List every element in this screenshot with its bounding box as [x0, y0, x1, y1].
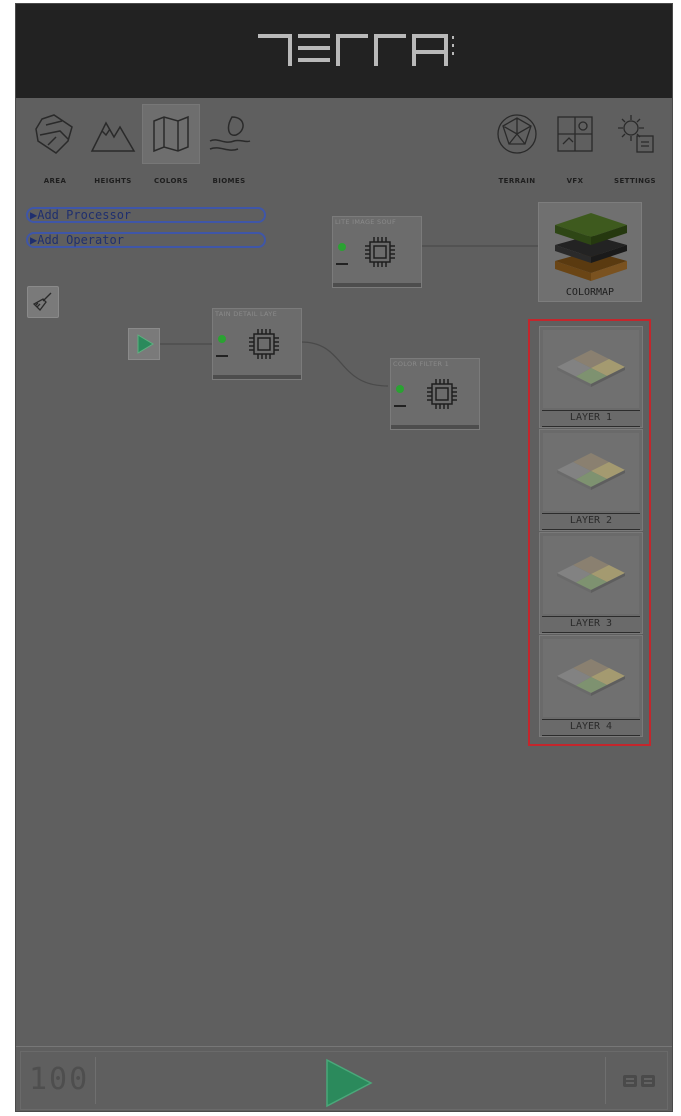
colormap-label: COLORMAP [565, 287, 615, 298]
node-terrain-detail[interactable]: TAIN DETAIL LAYE [212, 308, 302, 380]
colormap-output[interactable]: COLORMAP [538, 202, 642, 302]
run-button[interactable] [321, 1056, 377, 1110]
terrain-tile-icon [557, 556, 625, 593]
divider [542, 513, 640, 514]
terrain-tile-icon [557, 453, 625, 490]
gear-icon [618, 115, 654, 153]
add-processor-button[interactable]: ▶Add Processor [26, 207, 266, 223]
play-icon [137, 334, 154, 354]
node-footer [333, 283, 421, 287]
node-enable-toggle[interactable] [338, 243, 346, 251]
node-enable-toggle[interactable] [218, 335, 226, 343]
divider [95, 1057, 96, 1104]
node-title: TAIN DETAIL LAYE [215, 310, 277, 318]
layer-thumbnail [542, 432, 640, 512]
node-graph-canvas[interactable]: ▶Add Processor ▶Add Operator LITE IMAGE … [16, 194, 672, 1039]
tab-vfx[interactable] [546, 104, 604, 164]
leaf-hand-icon [209, 116, 251, 151]
divider [542, 616, 640, 617]
clear-graph-button[interactable] [27, 286, 59, 318]
node-remove-button[interactable] [394, 405, 406, 407]
node-title: COLOR FILTER 1 [393, 360, 450, 368]
layer-stack-icon [555, 213, 627, 281]
tab-vfx-label: VFX [566, 177, 584, 185]
layer-card-3[interactable]: LAYER 3 [539, 532, 643, 634]
tab-biomes-label: BIOMES [212, 177, 246, 185]
node-remove-button[interactable] [216, 355, 228, 357]
module-toolbar: AREA HEIGHTS COLORS BIOMES TERRAIN VFX S… [16, 98, 672, 194]
divider [542, 719, 640, 720]
add-operator-label: Add Operator [37, 233, 124, 247]
tab-settings[interactable] [606, 104, 664, 164]
app-window: AREA HEIGHTS COLORS BIOMES TERRAIN VFX S… [15, 3, 673, 1112]
input-play-node[interactable] [128, 328, 160, 360]
divider [542, 632, 640, 633]
node-footer [213, 375, 301, 379]
tab-area-label: AREA [43, 177, 67, 185]
divider [542, 529, 640, 530]
node-color-filter[interactable]: COLOR FILTER 1 [390, 358, 480, 430]
terra-logo [258, 34, 454, 66]
chip-icon [365, 237, 395, 267]
tab-terrain-label: TERRAIN [498, 177, 536, 185]
layer-thumbnail [542, 638, 640, 718]
tab-colors[interactable] [142, 104, 200, 164]
broom-icon [32, 292, 52, 311]
node-title: LITE IMAGE SOUF [335, 218, 396, 226]
divider [542, 426, 640, 427]
mountains-icon [90, 121, 136, 152]
globe-map-icon [35, 114, 73, 154]
tab-area[interactable] [26, 104, 84, 164]
add-operator-button[interactable]: ▶Add Operator [26, 232, 266, 248]
tab-heights-label: HEIGHTS [94, 177, 132, 185]
node-enable-toggle[interactable] [396, 385, 404, 393]
map-icon [153, 115, 189, 153]
play-icon [326, 1058, 373, 1108]
tab-colors-label: COLORS [153, 177, 189, 185]
layer-label: LAYER 3 [569, 618, 613, 629]
layer-card-1[interactable]: LAYER 1 [539, 326, 643, 428]
divider [542, 735, 640, 736]
vfx-panel-icon [557, 116, 593, 152]
footer-panel: 100 [20, 1051, 668, 1110]
footer-bar: 100 [16, 1046, 672, 1111]
add-processor-label: Add Processor [37, 208, 132, 222]
layers-panel: LAYER 1 LAYER 2 LAYER 3 LAYER 4 [528, 319, 651, 746]
chip-icon [427, 379, 457, 409]
node-graph-icon[interactable] [621, 1072, 657, 1092]
tab-settings-label: SETTINGS [614, 177, 656, 185]
layer-card-2[interactable]: LAYER 2 [539, 429, 643, 531]
chip-icon [249, 329, 279, 359]
tab-biomes[interactable] [200, 104, 258, 164]
terrain-tile-icon [557, 659, 625, 696]
node-satellite-image[interactable]: LITE IMAGE SOUF [332, 216, 422, 288]
progress-counter: 100 [29, 1062, 90, 1097]
layer-label: LAYER 2 [569, 515, 613, 526]
tab-terrain[interactable] [488, 104, 546, 164]
layer-card-4[interactable]: LAYER 4 [539, 635, 643, 737]
node-footer [391, 425, 479, 429]
layer-label: LAYER 1 [569, 412, 613, 423]
divider [542, 410, 640, 411]
divider [605, 1057, 606, 1104]
sphere-icon [497, 114, 537, 154]
app-header [16, 4, 672, 98]
tab-heights[interactable] [84, 104, 142, 164]
layer-label: LAYER 4 [569, 721, 613, 732]
node-remove-button[interactable] [336, 263, 348, 265]
layer-thumbnail [542, 329, 640, 409]
layer-thumbnail [542, 535, 640, 615]
terrain-tile-icon [557, 350, 625, 387]
